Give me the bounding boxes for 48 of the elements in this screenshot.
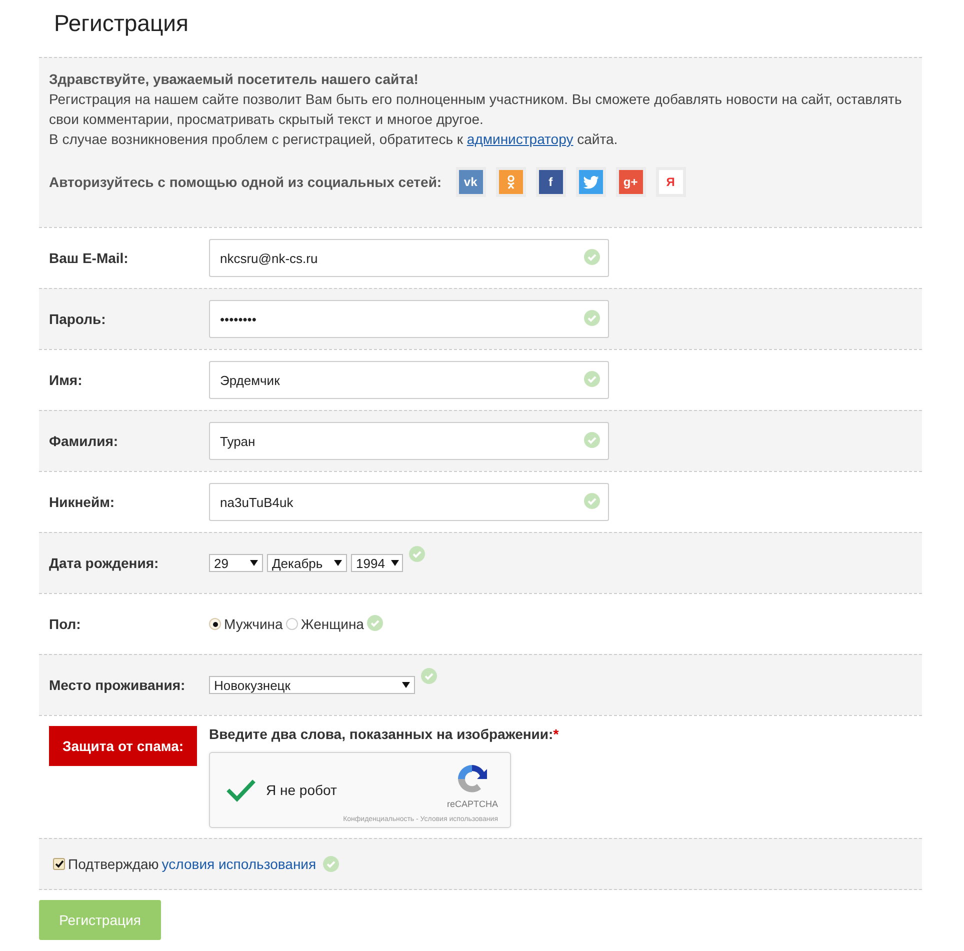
intro-text: Регистрация на нашем сайте позволит Вам быть его полноценным участником. Вы сможете добавлять новости на сайт, оставлять свои комментарии, просматривать скрытый текст и многое другое. [49,90,903,129]
social-label: Авторизуйтесь с помощью одной из социальных сетей: [49,173,442,192]
help-text: В случае возникновения проблем с регистрацией, обратитесь к администратору сайта. [49,130,619,149]
field-label: Фамилия: [49,433,120,449]
field-label: Пароль: [49,311,107,327]
field-label: Дата рождения: [49,555,160,571]
social-login-button[interactable]: f [536,167,566,197]
social-login-button[interactable] [496,167,526,197]
field-label: Ваш E-Mail: [49,250,130,266]
social-login-button[interactable]: g+ [616,167,646,197]
spam-protection-label: Защита от спама: [49,726,197,766]
captcha-prompt: Введите два слова, показанных на изображении:* [209,726,559,742]
radio-option[interactable]: Женщина [286,616,364,632]
caret-icon [390,560,399,566]
recaptcha-brand: reCAPTCHA [446,799,498,809]
input-field[interactable]: •••••••• [209,300,609,338]
social-login-button[interactable]: Я [656,167,686,197]
checkmark-icon[interactable] [226,778,256,802]
dropdown[interactable]: Новокузнецк [209,676,415,694]
captcha-label: Я не робот [266,782,337,798]
dropdown[interactable]: 1994 [351,554,403,572]
terms-link[interactable]: условия использования [162,856,316,872]
dropdown[interactable]: Декабрь [267,554,347,572]
radio-button[interactable] [286,618,298,630]
caret-icon [334,560,342,566]
greeting-text: Здравствуйте, уважаемый посетитель нашего сайта! [49,70,420,89]
field-label: Пол: [49,616,82,632]
dropdown[interactable]: 29 [209,554,263,572]
admin-link[interactable]: администратору [466,131,574,147]
page-title: Регистрация [53,9,190,38]
caret-icon [402,682,410,688]
social-login-button[interactable]: vk [456,167,486,197]
field-label: Никнейм: [49,494,116,510]
agree-checkbox[interactable] [53,858,65,870]
radio-option[interactable]: Мужчина [209,616,283,632]
caret-icon [250,560,258,566]
input-field[interactable]: nkcsru@nk-cs.ru [209,239,609,277]
field-label: Имя: [49,372,84,388]
input-field[interactable]: Туран [209,422,609,460]
field-label: Место проживания: [49,677,186,693]
person-icon [506,175,516,189]
recaptcha-logo-icon [456,763,488,795]
social-login-button[interactable] [576,167,606,197]
input-field[interactable]: na3uTuB4uk [209,483,609,521]
input-field[interactable]: Эрдемчик [209,361,609,399]
bird-icon [582,176,599,188]
agree-text: Подтверждаю [68,856,159,872]
radio-button[interactable] [209,618,221,630]
